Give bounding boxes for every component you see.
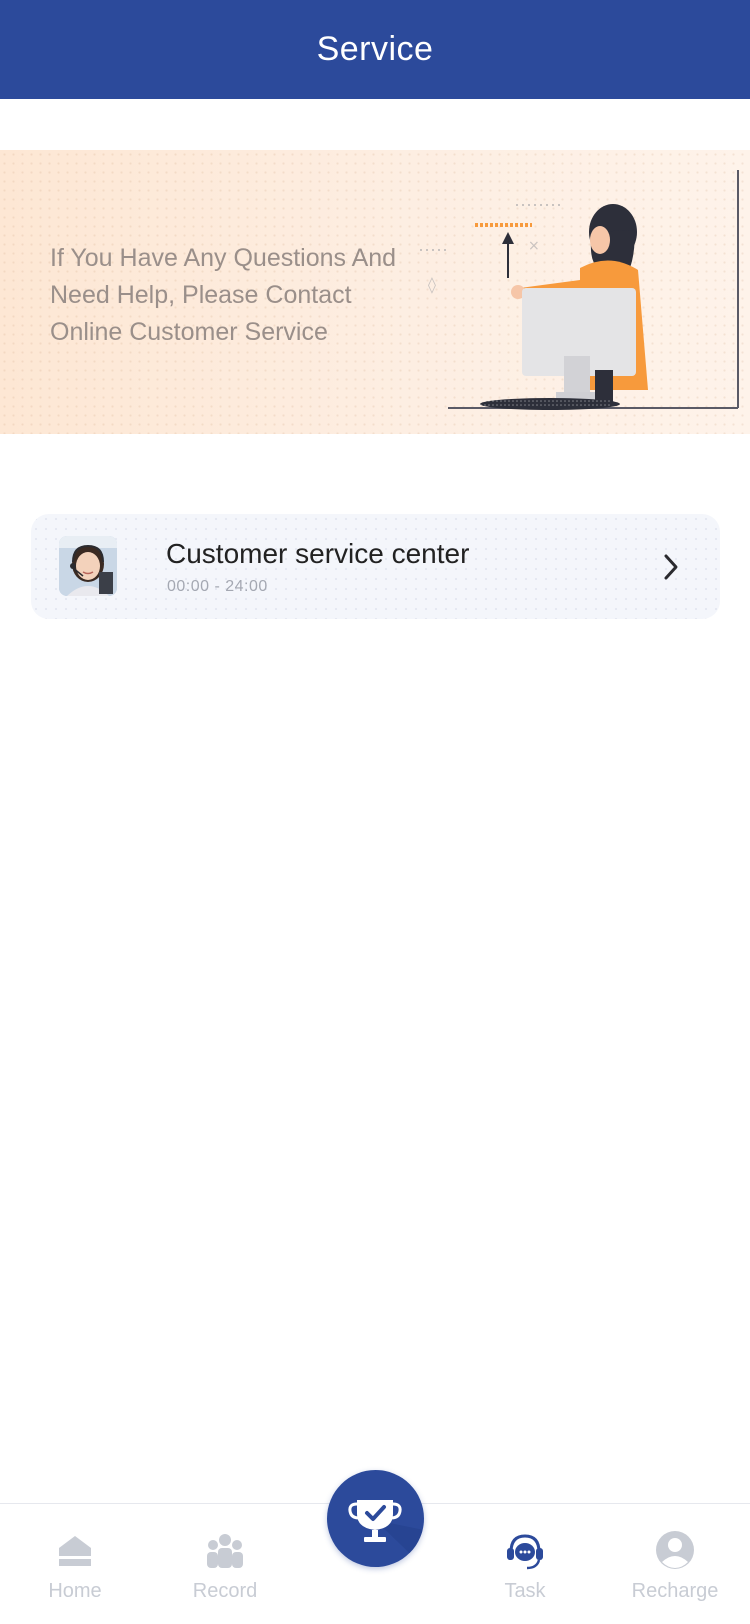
customer-service-center-item[interactable]: Customer service center 00:00 - 24:00 (31, 514, 720, 619)
tab-recharge-label: Recharge (631, 1580, 719, 1602)
help-banner: If You Have Any Questions And Need Help,… (0, 150, 750, 434)
center-trophy-button[interactable] (327, 1470, 424, 1567)
tab-record[interactable]: Record (150, 1504, 300, 1624)
service-center-title: Customer service center (166, 538, 470, 569)
svg-text:×: × (528, 238, 540, 254)
chevron-right-icon (664, 554, 678, 580)
tab-home-label: Home (48, 1580, 102, 1602)
agent-avatar-image (59, 536, 117, 596)
agent-avatar (59, 536, 117, 596)
tab-recharge[interactable]: Recharge (600, 1504, 750, 1624)
tab-task[interactable]: Task (450, 1504, 600, 1624)
user-circle-icon (656, 1531, 694, 1569)
service-page: Service If You Have Any Questions And Ne… (0, 0, 750, 1624)
svg-text:◊: ◊ (428, 275, 436, 294)
app-header: Service (0, 0, 750, 99)
banner-text: If You Have Any Questions And Need Help,… (50, 244, 397, 346)
tab-home[interactable]: Home (0, 1504, 150, 1624)
tab-task-label: Task (504, 1580, 546, 1602)
support-agent-illustration: ◊ × (420, 170, 739, 410)
page-title: Service (316, 30, 434, 68)
headset-chat-icon (507, 1534, 543, 1570)
home-icon (59, 1536, 91, 1566)
users-icon (207, 1534, 243, 1568)
service-hours: 00:00 - 24:00 (167, 578, 268, 595)
trophy-check-icon (348, 1500, 424, 1567)
tab-record-label: Record (192, 1580, 258, 1602)
